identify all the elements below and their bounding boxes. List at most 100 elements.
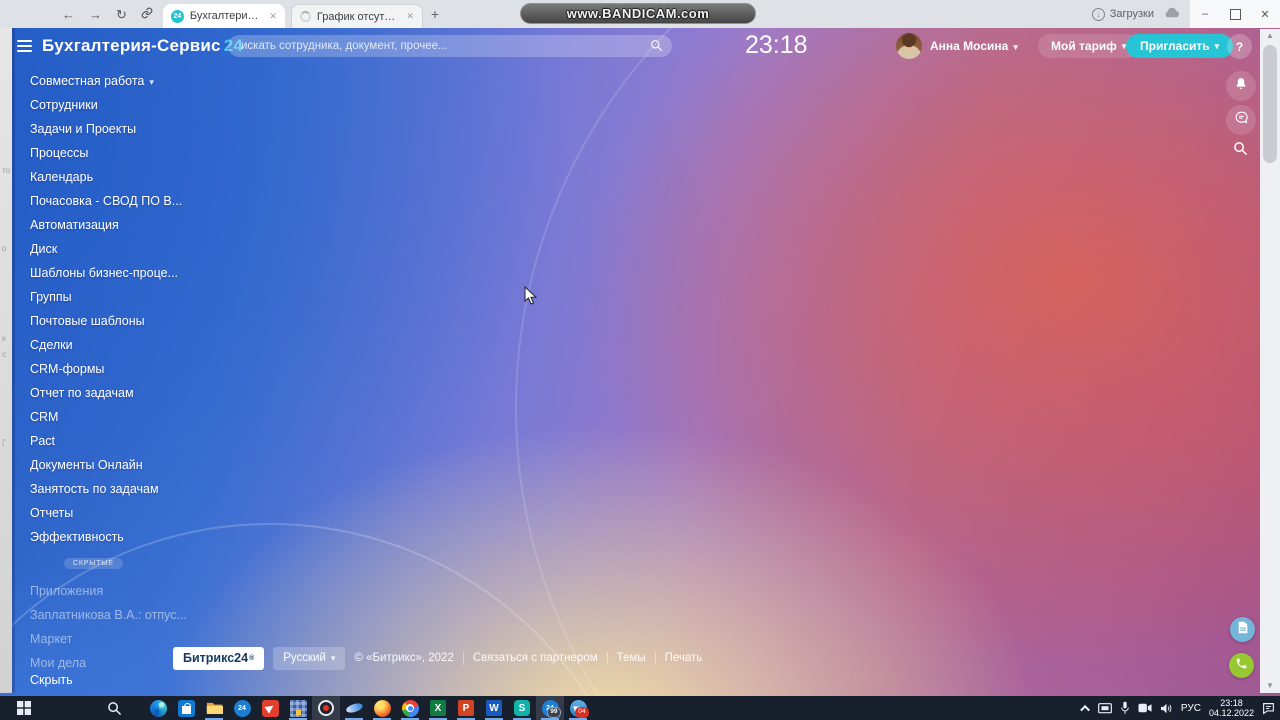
sidebar-item-shablony[interactable]: Шаблоны бизнес-проце... bbox=[30, 261, 182, 285]
bitrix24-brand-button[interactable]: Битрикс24 ® bbox=[173, 646, 265, 670]
sidebar-item-pact[interactable]: Pact bbox=[30, 429, 182, 453]
close-tab-icon[interactable] bbox=[269, 11, 277, 22]
unread-badge: 04 bbox=[575, 707, 589, 718]
screen-share-icon[interactable] bbox=[1098, 702, 1112, 714]
start-button[interactable] bbox=[10, 696, 38, 720]
link-icon[interactable] bbox=[141, 7, 153, 21]
user-avatar[interactable] bbox=[896, 33, 922, 59]
notifications-button[interactable] bbox=[1226, 71, 1256, 101]
sidebar-item-zaplatnikova[interactable]: Заплатникова В.А.: отпус... bbox=[30, 603, 187, 627]
sidebar-item-sovmestnaya-rabota[interactable]: Совместная работа bbox=[30, 69, 182, 93]
red-arrow-app-icon[interactable] bbox=[256, 696, 284, 720]
word-icon[interactable] bbox=[480, 696, 508, 720]
tab-grafik-otsutstviy[interactable]: График отсутствий bbox=[290, 4, 423, 28]
sidebar-item-effektivnost[interactable]: Эффективность bbox=[30, 525, 182, 549]
bandicam-icon[interactable] bbox=[312, 696, 340, 720]
comet-browser-icon[interactable] bbox=[340, 696, 368, 720]
camera-icon[interactable] bbox=[1138, 703, 1152, 713]
downloads-button[interactable]: Загрузки bbox=[1091, 7, 1154, 21]
document-sync-button[interactable] bbox=[1230, 617, 1255, 642]
scroll-up-icon[interactable] bbox=[1260, 29, 1280, 43]
telephony-button[interactable] bbox=[1229, 653, 1254, 678]
s-app-icon[interactable] bbox=[508, 696, 536, 720]
sidebar-item-otchety[interactable]: Отчеты bbox=[30, 501, 182, 525]
sidebar-item-otchet-po-zadacham[interactable]: Отчет по задачам bbox=[30, 381, 182, 405]
close-tab-icon[interactable] bbox=[406, 11, 414, 22]
sidebar-item-moi-dela[interactable]: Мои дела bbox=[30, 651, 187, 675]
tab-title: Бухгалтерия-Сервис bbox=[189, 10, 264, 22]
excel-icon[interactable] bbox=[424, 696, 452, 720]
powerpoint-icon[interactable] bbox=[452, 696, 480, 720]
hidden-items-divider: СКРЫТЫЕ bbox=[64, 558, 123, 569]
language-indicator[interactable]: РУС bbox=[1181, 703, 1201, 714]
sidebar-item-dokumenty-onlain[interactable]: Документы Онлайн bbox=[30, 453, 182, 477]
speaker-icon[interactable] bbox=[1160, 703, 1173, 714]
maximize-button[interactable] bbox=[1220, 0, 1250, 28]
sidebar-item-kalendar[interactable]: Календарь bbox=[30, 165, 182, 189]
screen: Бухгалтерия-Сервис График отсутствий Заг… bbox=[0, 0, 1280, 720]
remote-desktop-icon[interactable] bbox=[284, 696, 312, 720]
tariff-button[interactable]: Мой тариф bbox=[1038, 34, 1140, 58]
sidebar-item-sotrudniki[interactable]: Сотрудники bbox=[30, 93, 182, 117]
bitrix24-desktop-icon[interactable]: 99 bbox=[536, 696, 564, 720]
downloads-label: Загрузки bbox=[1109, 8, 1154, 20]
menu-hamburger-icon[interactable] bbox=[17, 40, 32, 52]
cloud-icon[interactable] bbox=[1164, 5, 1180, 23]
document-cloud-icon bbox=[1237, 621, 1249, 639]
download-icon bbox=[1091, 7, 1105, 21]
edge-icon[interactable] bbox=[144, 696, 172, 720]
messenger-app-icon[interactable]: 04 bbox=[564, 696, 592, 720]
themes-link[interactable]: Темы bbox=[617, 652, 646, 664]
invite-button[interactable]: Пригласить bbox=[1126, 34, 1234, 58]
tray-expand-icon[interactable] bbox=[1080, 704, 1090, 715]
sidebar-item-disk[interactable]: Диск bbox=[30, 237, 182, 261]
search-icon[interactable] bbox=[650, 39, 663, 57]
sidebar-item-pochasovka[interactable]: Почасовка - СВОД ПО В... bbox=[30, 189, 182, 213]
taskbar-search-button[interactable] bbox=[100, 696, 128, 720]
sidebar-item-gruppy[interactable]: Группы bbox=[30, 285, 182, 309]
minimize-button[interactable] bbox=[1190, 0, 1220, 28]
sidebar-item-crm-formy[interactable]: CRM-формы bbox=[30, 357, 182, 381]
reload-icon[interactable] bbox=[116, 8, 127, 21]
search-input[interactable] bbox=[228, 35, 672, 57]
rail-search-button[interactable] bbox=[1233, 141, 1248, 161]
chrome-icon[interactable] bbox=[396, 696, 424, 720]
language-selector[interactable]: Русский bbox=[273, 646, 346, 670]
close-button[interactable] bbox=[1250, 0, 1280, 28]
page-scrollbar[interactable] bbox=[1260, 29, 1280, 693]
chat-bubble-icon bbox=[1234, 110, 1249, 130]
watermark-text: www.BANDICAM.com bbox=[566, 6, 710, 21]
sidebar-item-zanyatost[interactable]: Занятость по задачам bbox=[30, 477, 182, 501]
sidebar-item-sdelki[interactable]: Сделки bbox=[30, 333, 182, 357]
bitrix24-app-icon[interactable] bbox=[228, 696, 256, 720]
tab-buhgalteria-servis[interactable]: Бухгалтерия-Сервис bbox=[162, 4, 285, 28]
messenger-button[interactable] bbox=[1226, 105, 1256, 135]
sidebar-item-avtomatizaciya[interactable]: Автоматизация bbox=[30, 213, 182, 237]
copyright: © «Битрикс», 2022 bbox=[354, 652, 454, 664]
action-center-icon[interactable] bbox=[1262, 702, 1275, 715]
tray-clock[interactable]: 23:18 04.12.2022 bbox=[1209, 698, 1254, 718]
back-icon[interactable] bbox=[62, 8, 75, 21]
user-menu[interactable]: Анна Мосина bbox=[930, 39, 1018, 53]
sidebar-item-crm[interactable]: CRM bbox=[30, 405, 182, 429]
firefox-icon[interactable] bbox=[368, 696, 396, 720]
new-tab-button[interactable] bbox=[431, 6, 439, 22]
sidebar-item-prilozheniya[interactable]: Приложения bbox=[30, 579, 187, 603]
sidebar-item-pochtovye-shablony[interactable]: Почтовые шаблоны bbox=[30, 309, 182, 333]
sidebar-item-zadachi[interactable]: Задачи и Проекты bbox=[30, 117, 182, 141]
partner-link[interactable]: Связаться с партнером bbox=[473, 652, 598, 664]
unread-badge: 99 bbox=[547, 707, 561, 718]
print-link[interactable]: Печать bbox=[665, 652, 703, 664]
sidebar-item-processy[interactable]: Процессы bbox=[30, 141, 182, 165]
file-explorer-icon[interactable] bbox=[200, 696, 228, 720]
window-shadow-edge bbox=[12, 28, 15, 693]
sidebar-hide-link[interactable]: Скрыть bbox=[30, 673, 73, 687]
window-controls bbox=[1190, 0, 1280, 28]
microphone-icon[interactable] bbox=[1120, 701, 1130, 715]
microsoft-store-icon[interactable] bbox=[172, 696, 200, 720]
scroll-down-icon[interactable] bbox=[1260, 679, 1280, 693]
forward-icon[interactable] bbox=[89, 8, 102, 21]
help-button[interactable] bbox=[1227, 34, 1252, 59]
sidebar-item-market[interactable]: Маркет bbox=[30, 627, 187, 651]
scrollbar-thumb[interactable] bbox=[1263, 45, 1277, 163]
